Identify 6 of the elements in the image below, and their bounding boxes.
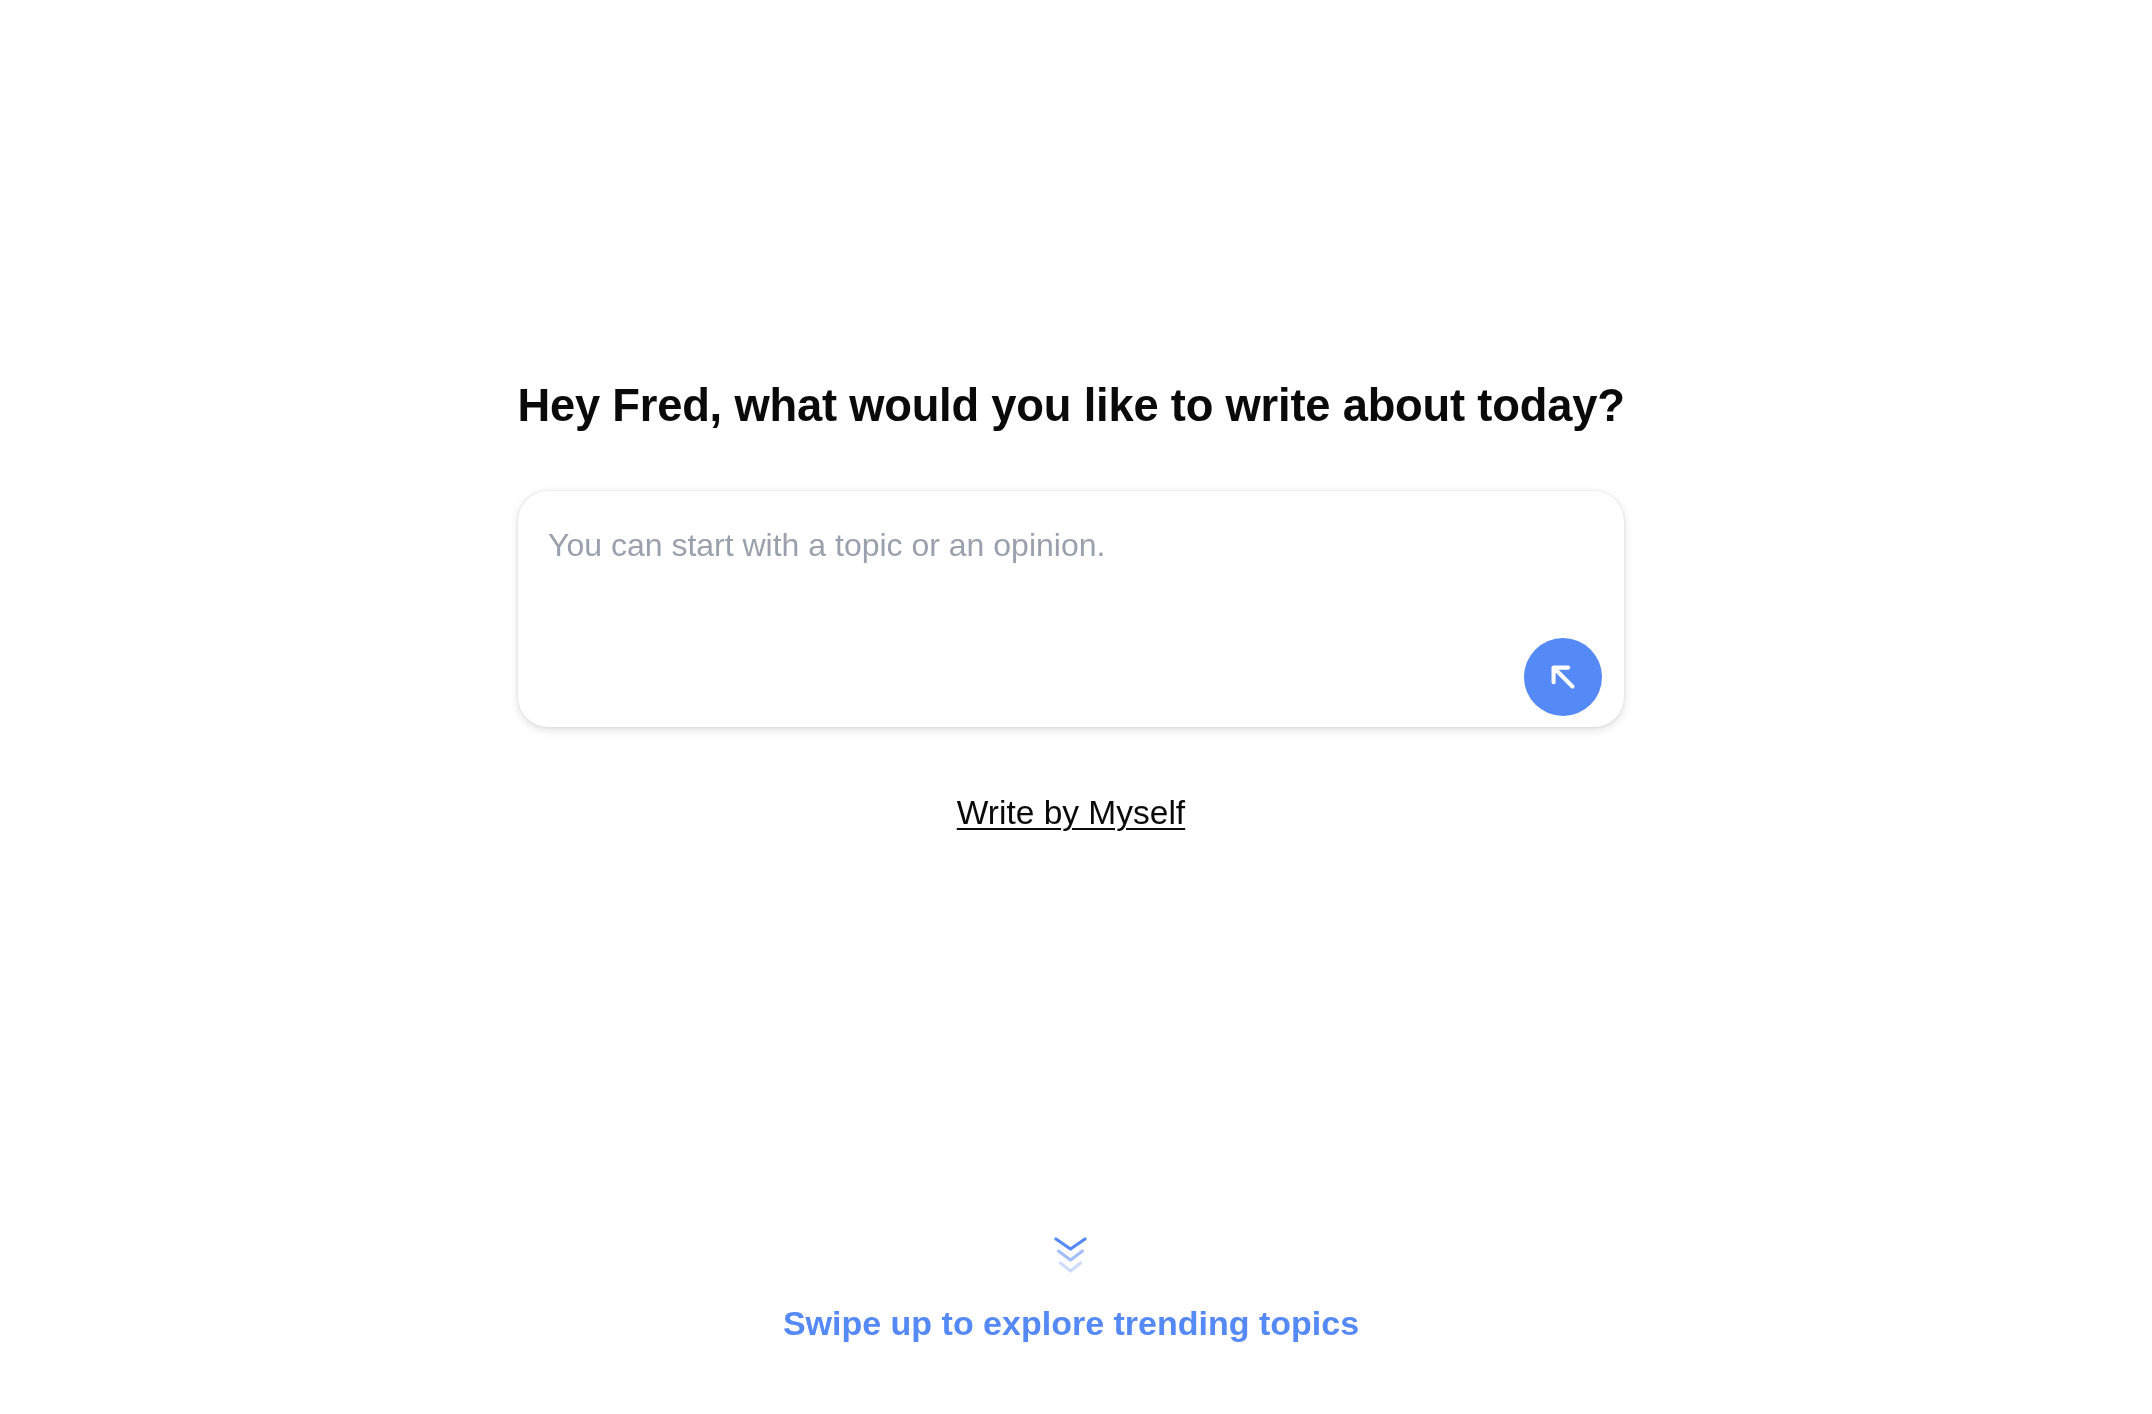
arrow-up-left-icon	[1551, 665, 1575, 689]
write-by-myself-link[interactable]: Write by Myself	[956, 793, 1186, 833]
swipe-hint-text: Swipe up to explore trending topics	[782, 1303, 1360, 1344]
topic-input-field[interactable]: You can start with a topic or an opinion.	[548, 525, 1602, 638]
chevrons-down-icon	[1054, 1237, 1088, 1275]
page-heading: Hey Fred, what would you like to write about today?	[517, 379, 1625, 433]
